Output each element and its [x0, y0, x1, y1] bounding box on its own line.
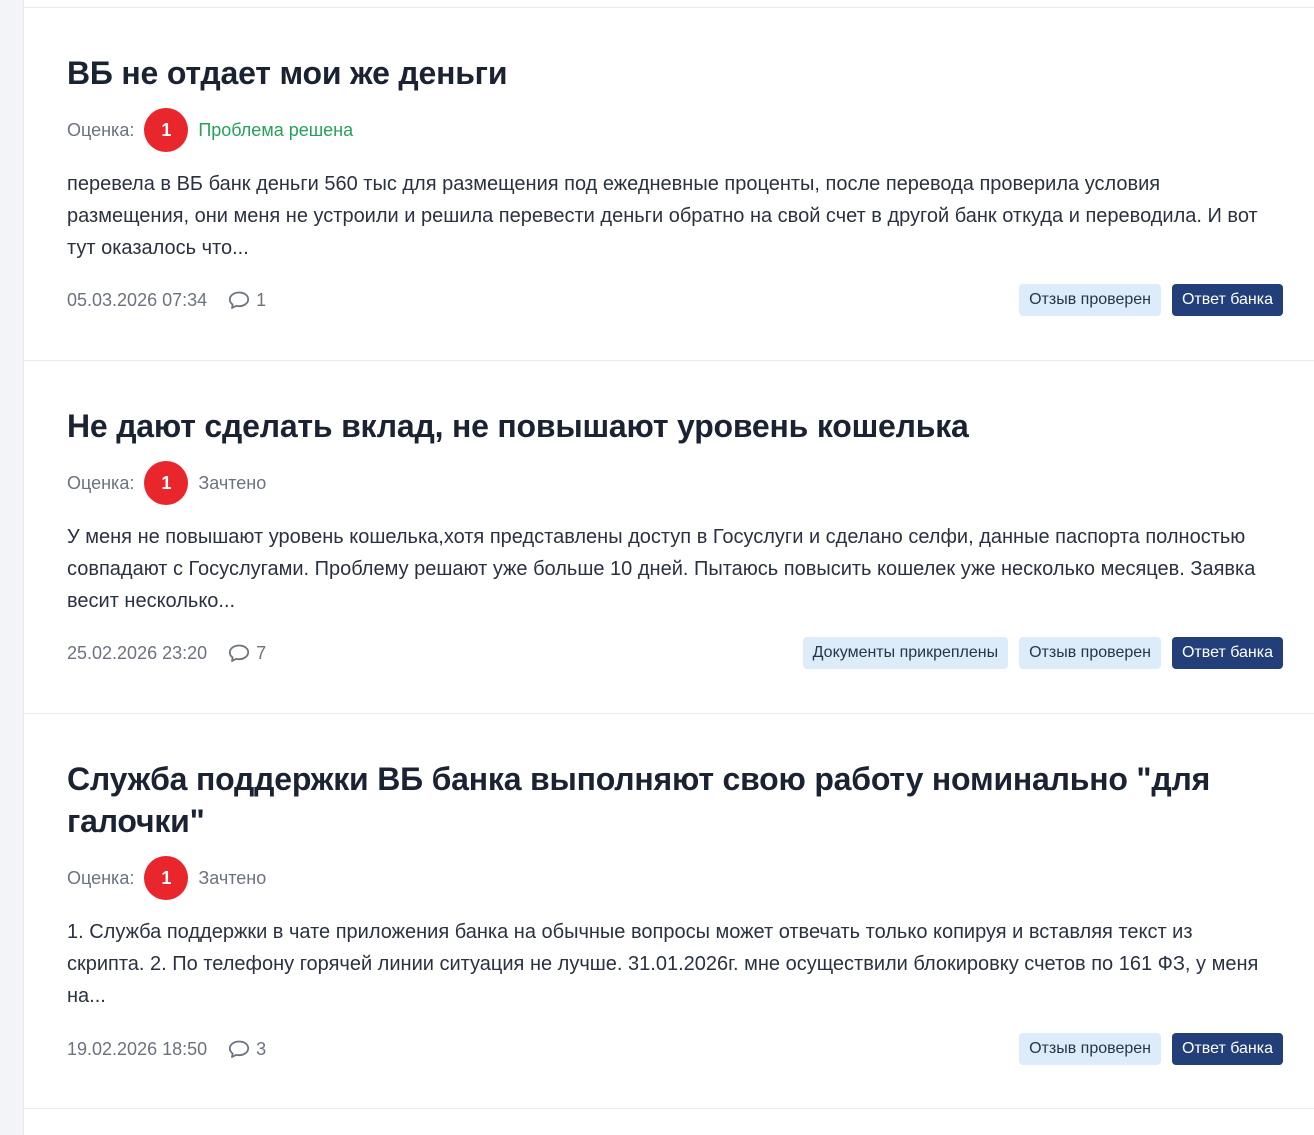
tag-review-verified[interactable]: Отзыв проверен: [1019, 1033, 1161, 1065]
tag-review-verified[interactable]: Отзыв проверен: [1019, 637, 1161, 669]
comments-count-value: 1: [256, 289, 267, 310]
left-sidebar-strip: [0, 0, 24, 1135]
reviews-page: ВБ не отдает мои же деньги Оценка: 1 Про…: [0, 0, 1314, 1135]
review-excerpt[interactable]: 1. Служба поддержки в чате приложения ба…: [67, 916, 1267, 1012]
review-status: Проблема решена: [198, 119, 354, 140]
review-tags: Отзыв проверен Ответ банка: [1019, 1033, 1283, 1065]
rating-label: Оценка:: [67, 119, 135, 140]
review-card: Служба поддержки ВБ банка выполняют свою…: [24, 714, 1314, 1108]
rating-row: Оценка: 1 Зачтено: [67, 461, 266, 505]
tag-bank-reply[interactable]: Ответ банка: [1171, 1033, 1283, 1065]
rating-label: Оценка:: [67, 472, 135, 493]
review-title[interactable]: Не дают сделать вклад, не повышают урове…: [67, 405, 1217, 447]
rating-badge: 1: [144, 461, 189, 505]
review-title[interactable]: ВБ не отдает мои же деньги: [67, 52, 1217, 94]
comment-icon: [227, 1039, 251, 1059]
tag-review-verified[interactable]: Отзыв проверен: [1019, 284, 1161, 316]
review-meta: 05.03.2026 07:34 1 Отзыв проверен Ответ …: [67, 284, 1283, 316]
tag-bank-reply[interactable]: Ответ банка: [1171, 284, 1283, 316]
comments-count[interactable]: 1: [227, 290, 266, 311]
rating-badge: 1: [144, 856, 189, 900]
rating-row: Оценка: 1 Зачтено: [67, 856, 266, 900]
comments-count[interactable]: 7: [227, 643, 266, 664]
rating-badge: 1: [144, 108, 189, 152]
review-date: 25.02.2026 23:20: [67, 642, 208, 663]
review-card: ВБ не отдает мои же деньги Оценка: 1 Про…: [24, 8, 1314, 360]
comments-count-value: 7: [256, 642, 267, 663]
rating-row: Оценка: 1 Проблема решена: [67, 108, 353, 152]
rating-label: Оценка:: [67, 867, 135, 888]
reviews-feed: ВБ не отдает мои же деньги Оценка: 1 Про…: [24, 0, 1314, 1135]
divider: [24, 1108, 1314, 1109]
comments-count[interactable]: 3: [227, 1039, 266, 1060]
review-tags: Документы прикреплены Отзыв проверен Отв…: [802, 637, 1283, 669]
review-title[interactable]: Служба поддержки ВБ банка выполняют свою…: [67, 758, 1217, 842]
review-excerpt[interactable]: У меня не повышают уровень кошелька,хотя…: [67, 521, 1267, 617]
review-meta: 19.02.2026 18:50 3 Отзыв проверен Ответ …: [67, 1033, 1283, 1065]
review-meta: 25.02.2026 23:20 7 Документы прикреплены…: [67, 637, 1283, 669]
review-status: Зачтено: [198, 472, 267, 493]
review-date: 05.03.2026 07:34: [67, 289, 208, 310]
tag-documents-attached[interactable]: Документы прикреплены: [802, 637, 1009, 669]
comment-icon: [227, 643, 251, 663]
tag-bank-reply[interactable]: Ответ банка: [1171, 637, 1283, 669]
review-excerpt[interactable]: перевела в ВБ банк деньги 560 тыс для ра…: [67, 168, 1267, 264]
review-tags: Отзыв проверен Ответ банка: [1019, 284, 1283, 316]
review-date: 19.02.2026 18:50: [67, 1038, 208, 1059]
review-card: Не дают сделать вклад, не повышают урове…: [24, 361, 1314, 713]
review-status: Зачтено: [198, 867, 267, 888]
comment-icon: [227, 290, 251, 310]
comments-count-value: 3: [256, 1038, 267, 1059]
